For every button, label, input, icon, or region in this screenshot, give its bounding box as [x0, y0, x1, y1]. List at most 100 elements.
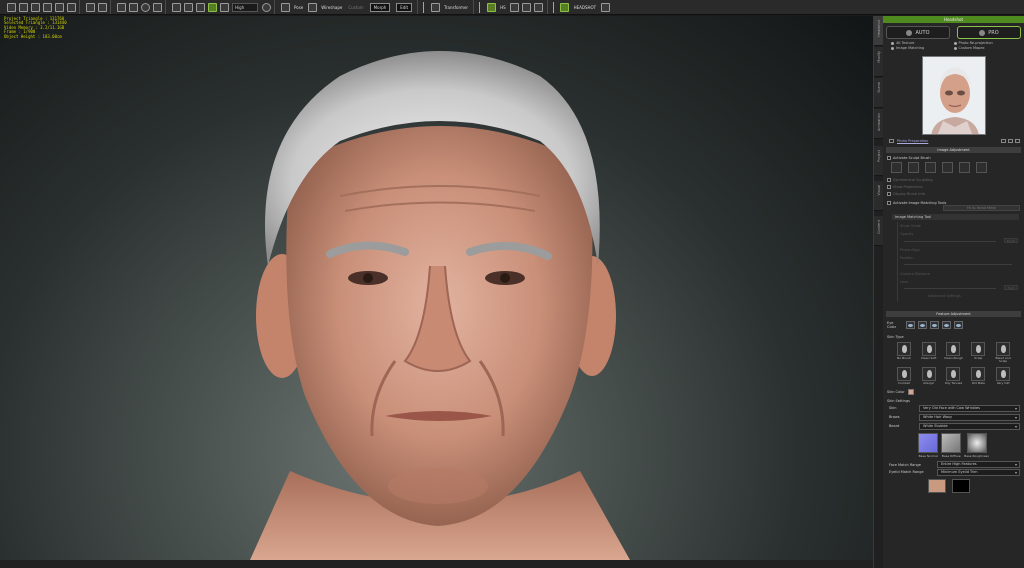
open-file-icon[interactable] [18, 2, 28, 12]
photo-preparation-link[interactable]: Photo Preparation [897, 139, 999, 143]
sculpt-brush-2-icon[interactable] [908, 162, 919, 173]
headshot-icon[interactable] [486, 2, 496, 12]
select-icon[interactable] [116, 2, 126, 12]
skin-type-item[interactable]: Very Old [992, 366, 1014, 385]
photo-load-icon[interactable] [1001, 139, 1006, 143]
skin-head-icon [921, 342, 936, 356]
light-icon[interactable] [183, 2, 193, 12]
skin-type-item[interactable]: Old Male [967, 366, 989, 385]
wireshape-button[interactable]: Wireshape [321, 5, 342, 10]
wire-view-icon[interactable] [219, 2, 229, 12]
move-icon[interactable] [128, 2, 138, 12]
pose-button[interactable]: Pose [294, 5, 303, 10]
grid-icon[interactable] [195, 2, 205, 12]
edit-button[interactable]: Edit [396, 2, 413, 12]
texture-diffuse[interactable]: Base Diffuse [941, 433, 962, 458]
lens-slider[interactable] [904, 288, 996, 289]
headshot-plugin-button[interactable]: HEADSHOT [574, 5, 597, 10]
quality-select[interactable]: High [232, 2, 258, 12]
skin-type-item[interactable]: Allergic [918, 366, 940, 385]
lens-value[interactable]: 50.0 [1004, 285, 1018, 290]
option-photo-reprojection[interactable]: Photo Re-projection [953, 41, 1017, 45]
photo-align-label: Photo Align [900, 248, 920, 252]
photo-save-icon[interactable] [1008, 139, 1013, 143]
settings-icon[interactable] [261, 2, 271, 12]
option-4k-texture[interactable]: 4K Texture [891, 41, 954, 45]
eye-color-2-icon[interactable] [918, 321, 927, 329]
mask-texture-thumbnail[interactable] [952, 479, 970, 494]
skin-type-item[interactable]: No Brush [893, 342, 915, 364]
pro-mode-button[interactable]: PRO [957, 26, 1021, 39]
export-plugin-icon[interactable] [534, 2, 544, 12]
skin-type-item[interactable]: Combat [893, 366, 915, 385]
link-icon[interactable] [510, 2, 520, 12]
eyelid-match-dropdown[interactable]: Minimum Eyelid Trim [937, 468, 1020, 476]
viewport-stats: Project Triangle : 131760 Selected Trian… [4, 16, 67, 39]
render-icon[interactable] [66, 2, 76, 12]
sculpt-tools [883, 160, 1024, 175]
headshot-mode-button[interactable]: HS [500, 5, 506, 10]
skin-color-swatch[interactable] [907, 389, 914, 396]
new-file-icon[interactable] [6, 2, 16, 12]
eye-color-1-icon[interactable] [906, 321, 915, 329]
transformer-icon[interactable] [430, 2, 440, 12]
activate-image-matching-toggle[interactable]: Activate Image Matching Tools [883, 196, 1024, 205]
sculpt-brush-6-icon[interactable] [976, 162, 987, 173]
source-photo[interactable] [921, 56, 986, 135]
option-custom-mapex[interactable]: Custom Mapex [953, 46, 1017, 50]
brows-dropdown-row: Brows White Hair Wavy [883, 412, 1024, 421]
skin-type-item[interactable]: Scalp [967, 342, 989, 364]
position-slider[interactable] [904, 264, 1012, 265]
sculpt-brush-3-icon[interactable] [925, 162, 936, 173]
export-icon[interactable] [54, 2, 64, 12]
side-tab-strip: Headshot Modify Scene Animation Project … [873, 16, 884, 568]
save-icon[interactable] [30, 2, 40, 12]
skin-dropdown[interactable]: Very Old Face with Cow Wrinkles [919, 404, 1020, 412]
3d-viewport[interactable]: Project Triangle : 131760 Selected Trian… [0, 16, 873, 560]
brows-dropdown[interactable]: White Hair Wavy [919, 413, 1020, 421]
image-matching-tool-header[interactable]: Image Matching Tool [892, 214, 1019, 220]
import-icon[interactable] [42, 2, 52, 12]
sculpt-brush-1-icon[interactable] [891, 162, 902, 173]
custom-button[interactable]: Custom [348, 5, 363, 10]
skin-texture-thumbnail[interactable] [928, 479, 946, 494]
face-match-dropdown[interactable]: Entire High Features [937, 461, 1020, 469]
transformer-button[interactable]: Transformer [444, 5, 468, 10]
undo-icon[interactable] [85, 2, 95, 12]
wireshape-icon[interactable] [307, 2, 317, 12]
opacity-slider[interactable] [904, 241, 996, 242]
camera-icon[interactable] [171, 2, 181, 12]
auto-mode-button[interactable]: AUTO [886, 26, 950, 39]
plugin-settings-icon[interactable] [600, 2, 610, 12]
eye-color-4-icon[interactable] [942, 321, 951, 329]
photo-edit-icon[interactable] [889, 139, 894, 143]
photo-refresh-icon[interactable] [1015, 139, 1020, 143]
texture-normal[interactable]: Base Normal [918, 433, 939, 458]
opacity-value[interactable]: 60.00 [1004, 238, 1018, 243]
morph-button[interactable]: Morph [369, 2, 391, 12]
skin-type-item[interactable]: Clean Rough [943, 342, 965, 364]
skin-type-item[interactable]: Oily Tanned [943, 366, 965, 385]
option-image-matching[interactable]: Image Matching [891, 46, 954, 50]
sculpt-brush-5-icon[interactable] [959, 162, 970, 173]
advanced-settings-button[interactable]: Advanced Settings [928, 294, 961, 298]
skin-type-item[interactable]: Bleed and Scalp [992, 342, 1014, 364]
rotate-icon[interactable] [140, 2, 150, 12]
symmetrical-sculpt-toggle[interactable]: Symmetrical Sculpting [883, 175, 1024, 182]
redo-icon[interactable] [97, 2, 107, 12]
shaded-view-icon[interactable] [207, 2, 217, 12]
sync-icon[interactable] [522, 2, 532, 12]
show-projections-toggle[interactable]: Show Projections [883, 182, 1024, 189]
fit-head-mesh-button[interactable]: Fit to Head Mesh [943, 205, 1020, 211]
skin-type-item[interactable]: Clean Soft [918, 342, 940, 364]
pose-icon[interactable] [280, 2, 290, 12]
scale-icon[interactable] [152, 2, 162, 12]
eye-color-3-icon[interactable] [930, 321, 939, 329]
plugin-icon[interactable] [560, 2, 570, 12]
activate-sculpt-toggle[interactable]: Activate Sculpt Brush [883, 153, 1024, 160]
display-brush-info-toggle[interactable]: Display Brush Info [883, 189, 1024, 196]
eye-color-5-icon[interactable] [954, 321, 963, 329]
sculpt-brush-4-icon[interactable] [942, 162, 953, 173]
beard-dropdown[interactable]: White Stubble [919, 422, 1020, 430]
texture-roughness[interactable]: Base Roughness [964, 433, 989, 458]
